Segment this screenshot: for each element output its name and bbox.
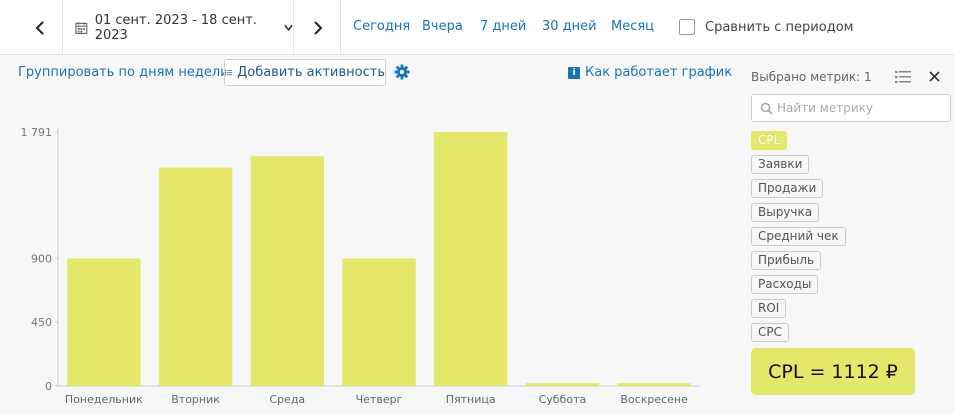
metric-chip[interactable]: CPC [751,323,789,342]
chevron-right-icon [314,21,323,35]
metric-chip[interactable]: ROI [751,299,787,318]
x-tick-label: Суббота [539,393,587,406]
bar[interactable] [250,156,324,386]
bar[interactable] [158,167,233,386]
y-tick-label: 1 791 [21,126,53,139]
x-tick-label: Воскресене [620,393,688,406]
date-range-label: 01 сент. 2023 - 18 сент. 2023 [94,12,257,43]
metric-value-tooltip: CPL = 1112 ₽ [751,348,915,395]
metric-chip[interactable]: CPL [751,131,788,150]
next-period-button[interactable] [298,9,338,47]
date-range-picker[interactable]: 01 сент. 2023 - 18 сент. 2023 [62,0,294,55]
metric-chip[interactable]: Средний чек [751,227,846,246]
gear-icon[interactable] [394,64,410,80]
x-tick-label: Пятница [446,393,496,406]
prev-period-button[interactable] [20,9,60,47]
bar[interactable] [342,258,416,386]
period-30-days-link[interactable]: 30 дней [542,19,597,34]
group-by-dropdown[interactable]: Группировать по дням недели [18,65,243,80]
x-tick-label: Понедельник [65,393,143,406]
chevron-down-icon [284,24,293,31]
metric-chip[interactable]: Продажи [751,179,824,198]
x-tick-label: Четверг [356,393,403,406]
metric-search-field[interactable] [751,94,951,122]
period-today-link[interactable]: Сегодня [353,19,410,34]
info-icon: i [568,66,580,79]
list-view-icon[interactable] [895,70,911,84]
x-tick-label: Вторник [171,393,220,406]
period-7-days-link[interactable]: 7 дней [480,19,526,34]
compare-label: Сравнить с периодом [705,19,854,35]
y-tick-label: 450 [31,316,52,329]
add-activity-button[interactable]: Добавить активность [224,59,386,86]
y-tick-label: 900 [31,252,52,265]
group-by-label: Группировать по дням недели [18,65,229,80]
compare-checkbox[interactable] [679,19,695,35]
how-chart-works-label: Как работает график [585,65,733,80]
calendar-icon [75,21,88,34]
period-month-link[interactable]: Месяц [611,19,654,34]
close-icon[interactable] [929,71,940,82]
bar[interactable] [434,132,508,386]
metric-chip[interactable]: Выручка [751,203,820,222]
selected-metrics-count: Выбрано метрик: 1 [751,70,872,84]
bar[interactable] [617,383,691,386]
chevron-left-icon [35,21,44,35]
add-activity-label: Добавить активность [237,65,385,80]
cpl-bar-chart: 0 450 900 1 791 Понедельник Вторник Среда Четве… [21,126,700,406]
y-tick-label: 0 [45,380,52,393]
search-icon [760,102,773,115]
compare-period-toggle[interactable]: Сравнить с периодом [679,19,853,35]
divider [340,0,341,55]
how-chart-works-link[interactable]: i Как работает график [568,65,732,80]
metric-list: CPL Заявки Продажи Выручка Средний чек Прибыл… [751,131,846,347]
bar[interactable] [67,258,141,386]
bar[interactable] [525,383,600,386]
metric-chip[interactable]: Заявки [751,155,810,174]
top-bar: 01 сент. 2023 - 18 сент. 2023 Сегодня Вч… [0,0,955,55]
list-icon [225,69,233,76]
metric-chip[interactable]: Прибыль [751,251,822,270]
x-tick-label: Среда [269,393,305,406]
period-yesterday-link[interactable]: Вчера [422,19,463,34]
metric-search-input[interactable] [777,101,937,115]
metric-chip[interactable]: Расходы [751,275,819,294]
